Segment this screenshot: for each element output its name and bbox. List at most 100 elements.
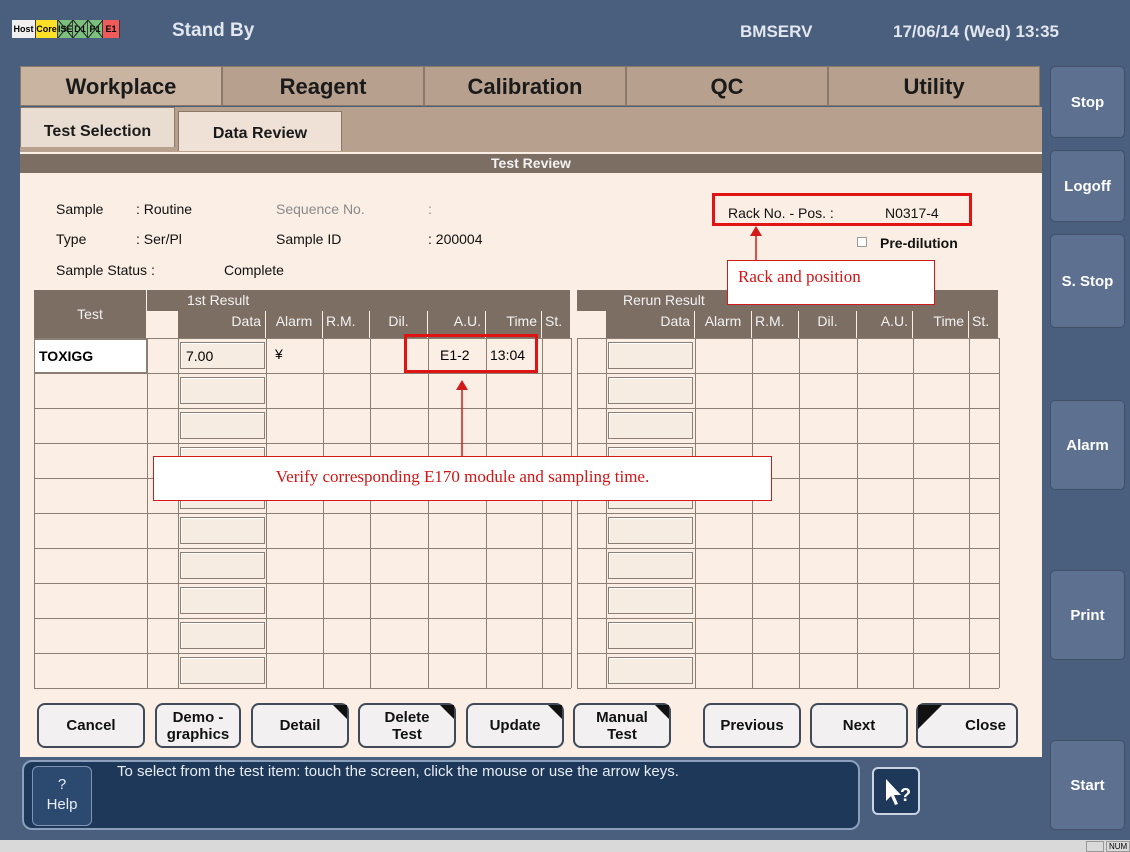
- sample-status-label: Sample Status :: [56, 262, 155, 278]
- sequence-value: :: [428, 201, 432, 217]
- col-data: Data: [178, 311, 266, 338]
- row-alarm-value: ¥: [275, 346, 283, 362]
- cancel-button[interactable]: Cancel: [37, 703, 145, 748]
- rerun-data-input-box[interactable]: [608, 587, 693, 614]
- col-alarm: Alarm: [266, 311, 323, 338]
- module-cross-marks: [58, 20, 103, 38]
- indicator-e1: E1: [103, 20, 120, 38]
- grid-line: [799, 338, 800, 688]
- update-button[interactable]: Update: [466, 703, 564, 748]
- help-button[interactable]: ? Help: [32, 766, 92, 826]
- sample-id-label: Sample ID: [276, 231, 342, 247]
- date-time: 17/06/14 (Wed) 13:35: [893, 22, 1059, 41]
- print-label: Print: [1070, 606, 1105, 624]
- grid-line: [34, 338, 35, 688]
- rerun-col-au: A.U.: [857, 311, 913, 338]
- grid-line: [913, 338, 914, 688]
- module-callout: Verify corresponding E170 module and sam…: [153, 456, 772, 501]
- sample-label: Sample: [56, 201, 104, 217]
- delete-test-button[interactable]: Delete Test: [358, 703, 456, 748]
- print-button[interactable]: Print: [1050, 570, 1125, 660]
- indicator-core: Core: [36, 20, 58, 38]
- indicator-host: Host: [12, 20, 36, 38]
- grid-line: [428, 338, 429, 688]
- stop-button[interactable]: Stop: [1050, 66, 1125, 138]
- manual-test-button[interactable]: Manual Test: [573, 703, 671, 748]
- rerun-data-input-box[interactable]: [608, 517, 693, 544]
- grid-line: [577, 548, 999, 549]
- tab-data-review[interactable]: Data Review: [178, 111, 342, 151]
- grid-line: [323, 338, 324, 688]
- tab-workplace[interactable]: Workplace: [20, 66, 222, 106]
- s-stop-label: S. Stop: [1061, 272, 1114, 290]
- grid-line: [999, 338, 1000, 688]
- row-data-value: 7.00: [186, 348, 214, 364]
- detail-button[interactable]: Detail: [251, 703, 349, 748]
- grid-line: [178, 338, 179, 688]
- grid-line: [577, 618, 999, 619]
- predilution-checkbox[interactable]: [857, 237, 867, 247]
- grid-line: [34, 653, 571, 654]
- rack-callout: Rack and position: [727, 260, 935, 305]
- grid-line: [34, 548, 571, 549]
- grid-line: [34, 513, 571, 514]
- test-header: Test: [34, 290, 147, 338]
- data-input-box[interactable]: [180, 657, 265, 684]
- predilution-label: Pre-dilution: [880, 235, 958, 251]
- next-button[interactable]: Next: [810, 703, 908, 748]
- s-stop-button[interactable]: S. Stop: [1050, 234, 1125, 328]
- screen-title: Test Review: [20, 154, 1042, 173]
- stop-label: Stop: [1070, 93, 1105, 111]
- logoff-label: Logoff: [1064, 177, 1111, 195]
- close-button[interactable]: Close: [916, 703, 1018, 748]
- next-label: Next: [842, 717, 876, 734]
- rerun-col-dil: Dil.: [799, 311, 857, 338]
- rerun-data-input-box[interactable]: [608, 552, 693, 579]
- grid-line: [370, 338, 371, 688]
- sequence-label: Sequence No.: [276, 201, 365, 217]
- rerun-col-time: Time: [913, 311, 969, 338]
- row-test-name: TOXIGG: [39, 348, 94, 364]
- help-question-mark: ?: [57, 776, 67, 793]
- data-input-box[interactable]: [180, 412, 265, 439]
- tab-reagent[interactable]: Reagent: [222, 66, 424, 106]
- update-corner-mark: [548, 705, 562, 719]
- detail-label: Detail: [279, 717, 321, 734]
- cursor-help-icon: ?: [886, 779, 911, 805]
- demographics-label: Demo - graphics: [166, 708, 230, 743]
- svg-text:?: ?: [900, 785, 911, 805]
- data-input-box[interactable]: [180, 517, 265, 544]
- previous-label: Previous: [720, 717, 784, 734]
- data-input-box[interactable]: [180, 552, 265, 579]
- start-button[interactable]: Start: [1050, 740, 1125, 830]
- tab-calibration[interactable]: Calibration: [424, 66, 626, 106]
- help-label: Help: [46, 796, 78, 813]
- grid-line: [577, 583, 999, 584]
- previous-button[interactable]: Previous: [703, 703, 801, 748]
- context-help-button[interactable]: ?: [872, 767, 920, 815]
- sample-status-value: Complete: [224, 262, 284, 278]
- operation-mode: Stand By: [172, 20, 255, 41]
- grid-line: [857, 338, 858, 688]
- rerun-data-input-box[interactable]: [608, 657, 693, 684]
- sample-value: : Routine: [136, 201, 193, 217]
- col-rm: R.M.: [323, 311, 370, 338]
- tab-qc[interactable]: QC: [626, 66, 828, 106]
- help-message: To select from the test item: touch the …: [117, 763, 679, 780]
- close-label: Close: [965, 717, 1006, 734]
- header-spacer: [147, 311, 178, 338]
- data-input-box[interactable]: [180, 587, 265, 614]
- data-input-box[interactable]: [180, 377, 265, 404]
- server-name: BMSERV: [740, 22, 813, 41]
- grid-line: [34, 688, 571, 689]
- rerun-data-input-box[interactable]: [608, 622, 693, 649]
- data-input-box[interactable]: [180, 622, 265, 649]
- grid-line: [577, 688, 999, 689]
- tab-test-selection[interactable]: Test Selection: [20, 107, 175, 147]
- alarm-button[interactable]: Alarm: [1050, 400, 1125, 490]
- demographics-button[interactable]: Demo - graphics: [155, 703, 241, 748]
- manual-test-label: Manual Test: [596, 708, 648, 743]
- grid-line: [147, 338, 148, 688]
- tab-utility[interactable]: Utility: [828, 66, 1040, 106]
- logoff-button[interactable]: Logoff: [1050, 150, 1125, 222]
